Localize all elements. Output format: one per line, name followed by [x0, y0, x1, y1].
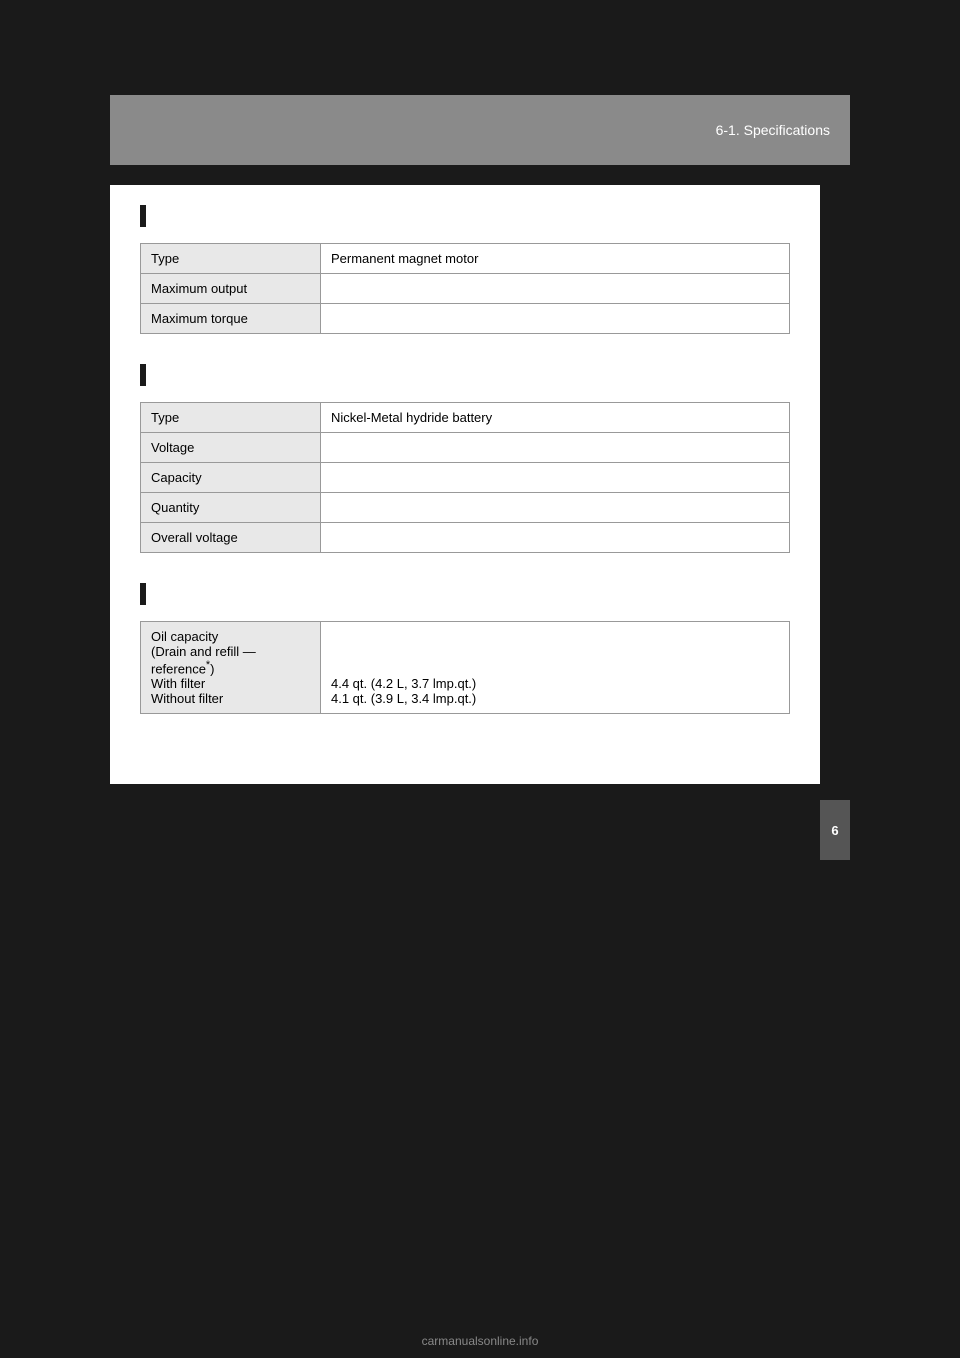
table-row: Quantity [141, 493, 790, 523]
engine-oil-table: Oil capacity (Drain and refill — referen… [140, 621, 790, 714]
value-oil-capacity: 4.4 qt. (4.2 L, 3.7 lmp.qt.) 4.1 qt. (3.… [321, 622, 790, 714]
label-type-battery: Type [141, 403, 321, 433]
bottom-logo: carmanualsonline.info [0, 1334, 960, 1348]
table-row: Type Nickel-Metal hydride battery [141, 403, 790, 433]
table-row: Type Permanent magnet motor [141, 244, 790, 274]
value-max-output [321, 274, 790, 304]
electric-motor-table: Type Permanent magnet motor Maximum outp… [140, 243, 790, 334]
label-max-torque: Maximum torque [141, 304, 321, 334]
side-tab-label: 6 [831, 823, 838, 838]
value-capacity [321, 463, 790, 493]
value-voltage [321, 433, 790, 463]
section-bar-2 [140, 364, 146, 386]
value-type-battery: Nickel-Metal hydride battery [321, 403, 790, 433]
table-row: Maximum output [141, 274, 790, 304]
value-overall-voltage [321, 523, 790, 553]
value-quantity [321, 493, 790, 523]
value-type-motor: Permanent magnet motor [321, 244, 790, 274]
section-engine-oil [140, 583, 790, 613]
table-row: Oil capacity (Drain and refill — referen… [141, 622, 790, 714]
section-hv-battery [140, 364, 790, 394]
side-tab: 6 [820, 800, 850, 860]
section-bar-1 [140, 205, 146, 227]
label-capacity: Capacity [141, 463, 321, 493]
table-row: Overall voltage [141, 523, 790, 553]
header-bar: 6-1. Specifications [110, 95, 850, 165]
label-oil-capacity: Oil capacity (Drain and refill — referen… [141, 622, 321, 714]
header-title: 6-1. Specifications [716, 122, 830, 138]
label-voltage: Voltage [141, 433, 321, 463]
section-electric-motor [140, 205, 790, 235]
section-bar-3 [140, 583, 146, 605]
page-container: 6-1. Specifications Type Permanent magne… [0, 0, 960, 1358]
label-overall-voltage: Overall voltage [141, 523, 321, 553]
content-area: Type Permanent magnet motor Maximum outp… [110, 185, 820, 784]
table-row: Maximum torque [141, 304, 790, 334]
table-row: Capacity [141, 463, 790, 493]
label-type-motor: Type [141, 244, 321, 274]
table-row: Voltage [141, 433, 790, 463]
value-max-torque [321, 304, 790, 334]
label-max-output: Maximum output [141, 274, 321, 304]
logo-text: carmanualsonline.info [422, 1334, 539, 1348]
hv-battery-table: Type Nickel-Metal hydride battery Voltag… [140, 402, 790, 553]
label-quantity: Quantity [141, 493, 321, 523]
